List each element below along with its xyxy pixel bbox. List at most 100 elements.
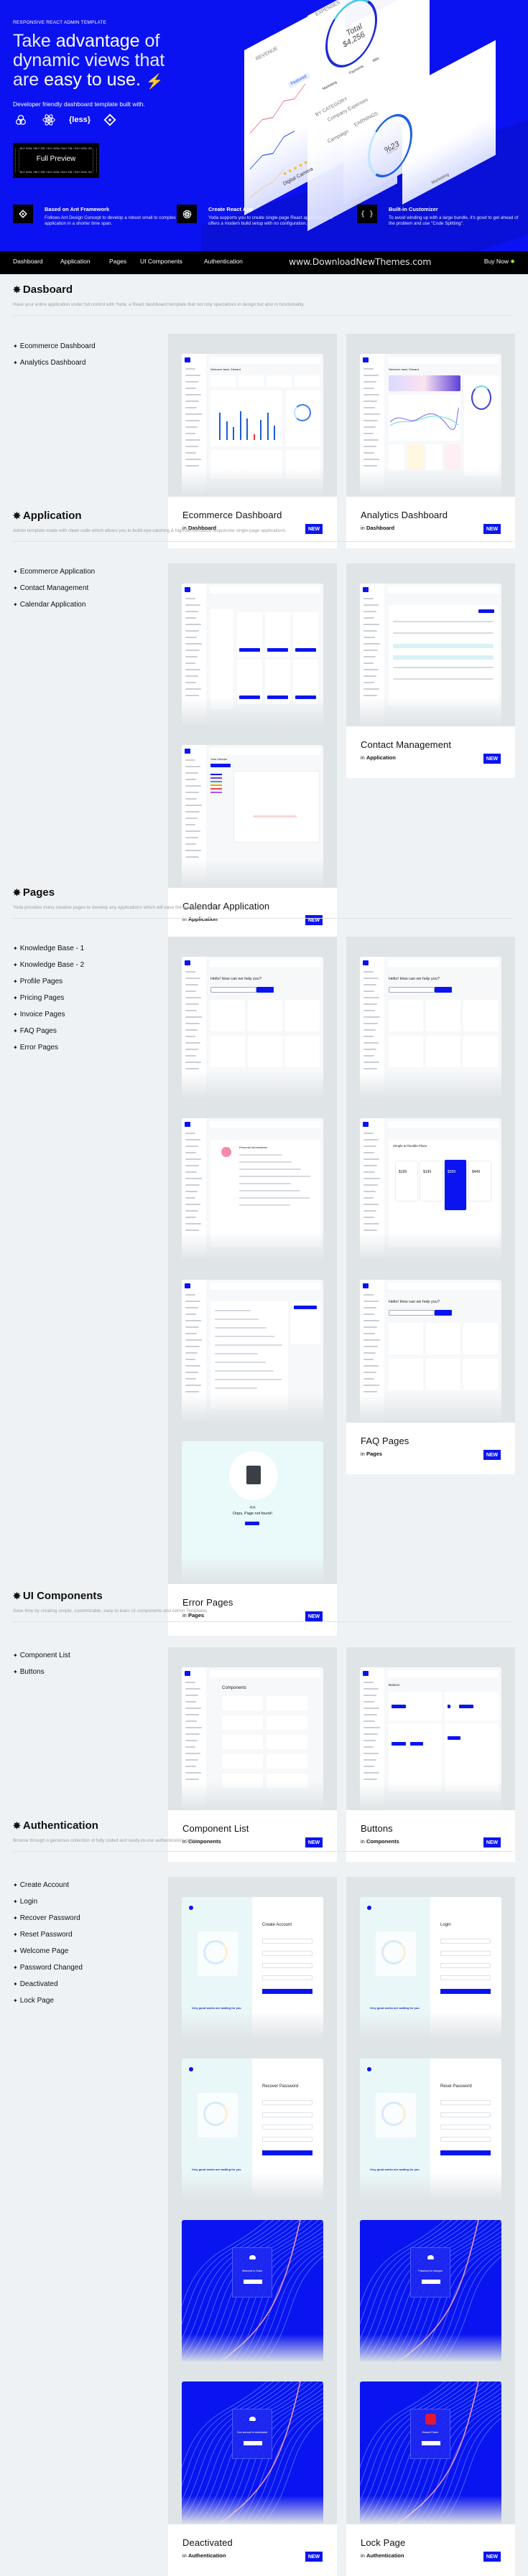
thumb-topbar: [388, 357, 499, 364]
list-item[interactable]: ✦ Calendar Application: [13, 600, 95, 617]
thumb-sidebar-line: [185, 1339, 202, 1341]
list-item[interactable]: ✦ Welcome Page: [13, 1947, 83, 1963]
thumb-screenshot: Welcome back, Edward: [360, 354, 501, 497]
template-card[interactable]: Welcome back, Edward Analytics Dashboard i…: [346, 334, 515, 548]
list-item[interactable]: ✦ Analytics Dashboard: [13, 358, 96, 375]
list-item[interactable]: ✦ Reset Password: [13, 1930, 83, 1947]
thumb-map-card: [286, 450, 320, 479]
thumb-logo-icon: [367, 1906, 371, 1910]
thumb-bar: [274, 426, 275, 440]
thumb-sidebar-line: [363, 1204, 379, 1205]
thumb-profile-line: [239, 1190, 300, 1191]
diamond-bullet-icon: ✦: [13, 1669, 18, 1675]
thumb-sidebar-line: [185, 1346, 200, 1347]
list-item[interactable]: ✦ Login: [13, 1897, 83, 1914]
thumb-sidebar-line: [363, 1223, 379, 1224]
card-thumbnail: Hello! How can we help you?: [346, 937, 515, 1100]
thumb-bar: [267, 413, 269, 440]
list-item[interactable]: ✦ Ecommerce Dashboard: [13, 342, 96, 358]
thumb-sidebar-line: [185, 604, 200, 606]
card-category: in Dashboard: [361, 525, 394, 531]
list-item[interactable]: ✦ Component List: [13, 1651, 70, 1667]
thumb-sidebar-line: [185, 850, 201, 851]
template-card[interactable]: Edward Fisher Lock Page in Authentication N…: [346, 2361, 515, 2576]
ant-design-icon: [13, 205, 33, 223]
thumb-auth-screenshot: Very good works are waiting for you Login: [360, 1897, 501, 2040]
feature-customizer: { } Built-in Customizer To avoid winding…: [357, 205, 522, 248]
thumb-sidebar-line: [185, 439, 200, 441]
thumb-component-item: [267, 1754, 307, 1769]
thumb-form-field: [262, 2137, 312, 2142]
thumb-logo-icon: [189, 2067, 193, 2071]
thumb-add-cart-button: [267, 648, 288, 652]
card-category-name: Components: [366, 1838, 399, 1845]
nav-dashboard[interactable]: Dashboard: [13, 258, 43, 265]
template-card[interactable]: Your account is deactivated Deactivated in…: [168, 2361, 337, 2576]
section-divider: [13, 315, 513, 316]
thumb-sidebar: [182, 1118, 206, 1261]
feature-title: Based on Ant Framework: [45, 206, 110, 212]
nav-authentication[interactable]: Authentication: [204, 258, 243, 265]
thumb-sidebar-line: [185, 971, 195, 973]
list-item[interactable]: ✦ Knowledge Base - 1: [13, 944, 84, 960]
thumb-sidebar-line: [363, 1230, 377, 1231]
list-item[interactable]: ✦ Password Changed: [13, 1963, 83, 1980]
template-card[interactable]: 404 Oops, Page not found! Error Pages in Pa…: [168, 1421, 337, 1636]
list-item[interactable]: ✦ Contact Management: [13, 584, 95, 600]
thumb-sidebar-line: [363, 656, 376, 657]
thumb-invoice-line: [215, 1336, 274, 1337]
thumb-add-cart-button: [267, 695, 288, 699]
thumb-sidebar-line: [363, 413, 380, 415]
thumb-sidebar-line: [185, 1385, 201, 1386]
thumb-profile-line: [239, 1197, 310, 1199]
template-card[interactable]: Buttons Buttons in Components NEW: [346, 1647, 515, 1862]
card-title: Ecommerce Dashboard: [182, 510, 282, 520]
list-item[interactable]: ✦ Error Pages: [13, 1043, 84, 1059]
thumb-sidebar-line: [363, 1772, 379, 1774]
thumb-sidebar-line: [363, 1023, 378, 1024]
section-divider: [13, 1851, 513, 1852]
nav-application[interactable]: Application: [60, 258, 91, 265]
thumb-kb-card: [210, 1036, 245, 1067]
list-item[interactable]: ✦ Create Account: [13, 1881, 83, 1897]
card-category-name: Application: [366, 754, 396, 761]
thumb-sidebar-line: [185, 426, 198, 428]
list-item[interactable]: ✦ Invoice Pages: [13, 1010, 84, 1026]
thumb-topbar: [388, 1121, 499, 1128]
thumb-add-cart-button: [239, 695, 260, 699]
thumb-sidebar-line: [185, 662, 195, 664]
new-badge: NEW: [483, 2552, 501, 2562]
thumb-sidebar-line: [363, 1759, 376, 1761]
list-item[interactable]: ✦ Buttons: [13, 1667, 70, 1684]
template-card[interactable]: Contact Management in Application NEW: [346, 563, 515, 778]
thumb-kb-card: [389, 1036, 423, 1067]
template-card[interactable]: Welcome back, Edward Ecommerce Dashboard i…: [168, 334, 337, 548]
thumb-sidebar-line: [185, 1307, 198, 1308]
thumb-sidebar-line: [185, 766, 200, 767]
thumb-sidebar-line: [363, 1171, 375, 1173]
thumb-sidebar-line: [363, 1146, 376, 1147]
list-item[interactable]: ✦ Pricing Pages: [13, 993, 84, 1010]
template-card[interactable]: Components Component List in Components NEW: [168, 1647, 337, 1862]
card-category-name: Dashboard: [366, 525, 395, 531]
buy-now-button[interactable]: Buy Now ✸: [484, 258, 515, 265]
thumb-sidebar-line: [185, 394, 201, 395]
list-item[interactable]: ✦ Ecommerce Application: [13, 567, 95, 584]
thumb-dialog-button: [244, 2441, 262, 2445]
list-item[interactable]: ✦ Knowledge Base - 2: [13, 960, 84, 977]
thumb-sidebar-line: [185, 669, 200, 670]
thumb-area-chart: [390, 407, 459, 431]
list-item[interactable]: ✦ Recover Password: [13, 1914, 83, 1930]
full-preview-button[interactable]: BUY NOW, ONLY 29$ + BUY NOW, ONLY 29$ + …: [13, 143, 99, 178]
list-item[interactable]: ✦ Deactivated: [13, 1980, 83, 1996]
list-item[interactable]: ✦ Lock Page: [13, 1996, 83, 2013]
list-item[interactable]: ✦ FAQ Pages: [13, 1026, 84, 1043]
thumb-mascot-icon: [249, 2255, 256, 2259]
template-card[interactable]: Hello! How can we help you? FAQ Pages in P…: [346, 1260, 515, 1474]
nav-ui-components[interactable]: UI Components: [140, 258, 182, 265]
new-badge: NEW: [305, 915, 323, 925]
list-item[interactable]: ✦ Profile Pages: [13, 977, 84, 993]
thumb-invoice-line: [215, 1379, 282, 1380]
nav-pages[interactable]: Pages: [109, 258, 126, 265]
thumb-sidebar-line: [185, 1759, 198, 1761]
